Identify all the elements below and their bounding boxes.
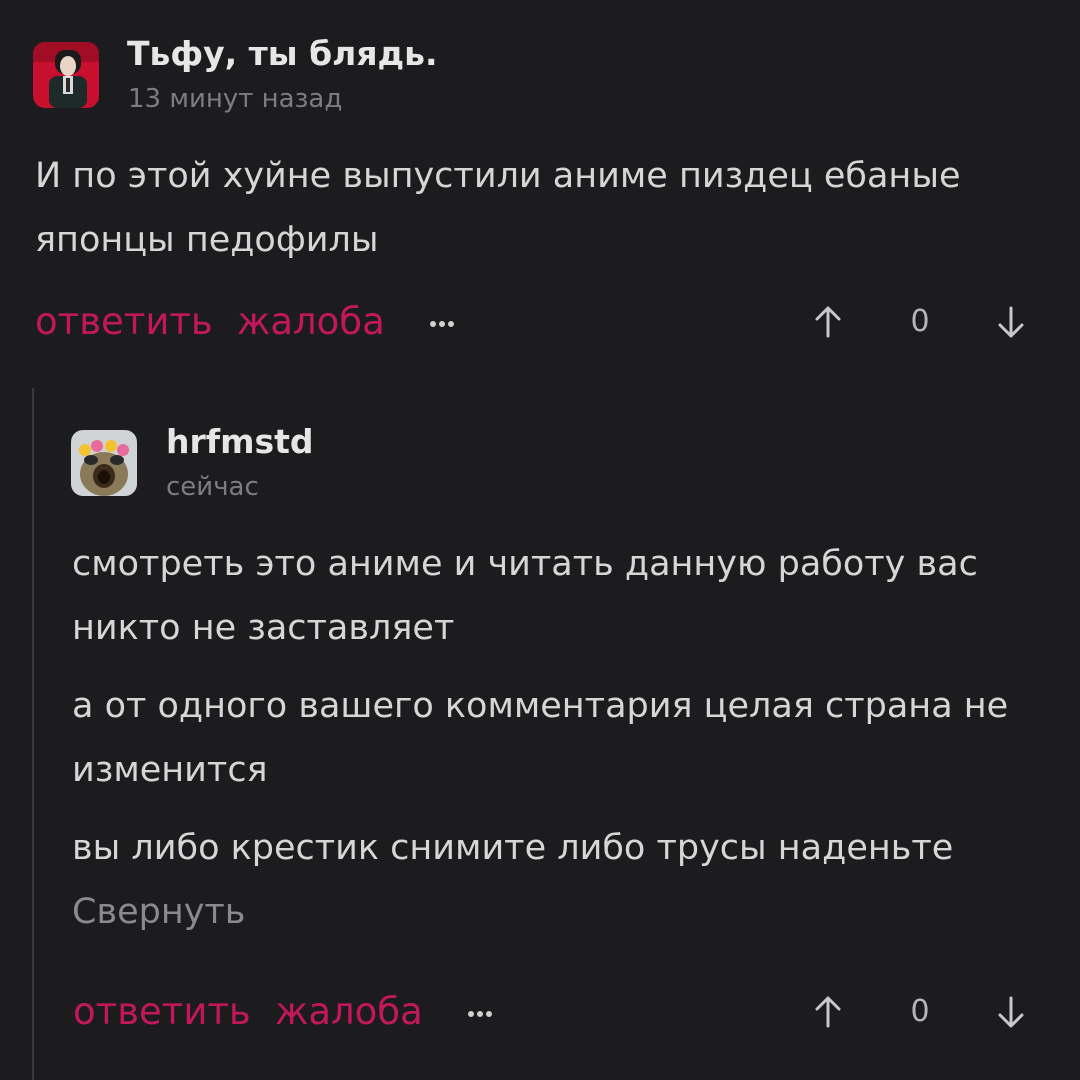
comment-paragraph: а от одного вашего комментария целая стр… bbox=[72, 686, 1009, 790]
downvote-arrow-icon[interactable] bbox=[989, 300, 1033, 344]
comment-paragraph: И по этой хуйне выпустили аниме пиздец е… bbox=[35, 156, 961, 260]
reply-comment: hrfmstd сейчас смотреть это аниме и чита… bbox=[0, 388, 1080, 1080]
more-dots-icon[interactable] bbox=[462, 982, 502, 1042]
comment-actions: ответить жалоба 0 bbox=[0, 292, 1080, 352]
comment-paragraph: смотреть это аниме и читать данную работ… bbox=[72, 544, 978, 648]
comment: Тьфу, ты блядь. 13 минут назад И по этой… bbox=[0, 0, 1080, 380]
user-avatar-icon[interactable] bbox=[33, 42, 99, 108]
report-button[interactable]: жалоба bbox=[237, 292, 385, 352]
fish-avatar-icon[interactable] bbox=[71, 430, 137, 496]
reply-button[interactable]: ответить bbox=[35, 292, 213, 352]
vote-score: 0 bbox=[910, 304, 930, 339]
report-button[interactable]: жалоба bbox=[275, 982, 423, 1042]
upvote-arrow-icon[interactable] bbox=[806, 300, 850, 344]
comment-author[interactable]: hrfmstd bbox=[166, 422, 314, 461]
upvote-arrow-icon[interactable] bbox=[806, 990, 850, 1034]
collapse-link[interactable]: Свернуть bbox=[72, 880, 1047, 944]
more-dots-icon[interactable] bbox=[424, 292, 464, 352]
comment-author[interactable]: Тьфу, ты блядь. bbox=[127, 34, 438, 73]
reply-button[interactable]: ответить bbox=[73, 982, 251, 1042]
vote-score: 0 bbox=[910, 994, 930, 1029]
comment-body: смотреть это аниме и читать данную работ… bbox=[72, 532, 1047, 944]
comment-time: 13 минут назад bbox=[128, 84, 343, 114]
comment-actions: ответить жалоба 0 bbox=[0, 982, 1080, 1042]
downvote-arrow-icon[interactable] bbox=[989, 990, 1033, 1034]
comment-time: сейчас bbox=[166, 472, 259, 502]
comment-body: И по этой хуйне выпустили аниме пиздец е… bbox=[35, 144, 1045, 272]
comment-paragraph: вы либо крестик снимите либо трусы наден… bbox=[72, 828, 954, 868]
